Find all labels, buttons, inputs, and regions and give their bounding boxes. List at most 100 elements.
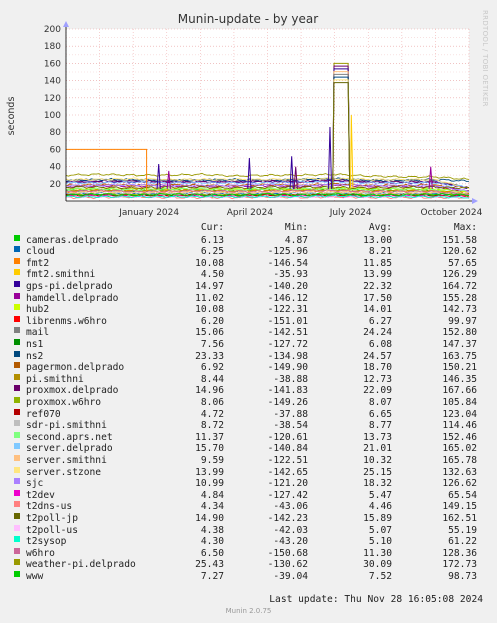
legend-row: mail 15.06 -142.51 24.24 152.80 [0,327,497,339]
y-tick-label: 120 [44,94,61,104]
legend-avg: 17.50 [363,292,392,304]
y-tick-label: 20 [50,180,62,190]
legend-swatch [14,547,20,554]
legend-min: -38.54 [273,420,308,432]
legend-min: -151.01 [267,315,308,327]
legend-series-name: sdr-pi.smithni [26,420,107,432]
legend-swatch [14,246,20,253]
legend-row: fmt2 10.08 -146.54 11.85 57.65 [0,257,497,270]
legend-avg: 12.73 [363,373,392,385]
legend-swatch [14,292,20,299]
legend-cur: 10.08 [195,257,224,269]
legend-row: cameras.delprado 6.13 4.87 13.00 151.58 [0,234,497,247]
legend-swatch [14,315,20,322]
legend-min: -43.20 [273,536,308,548]
legend-row: pi.smithni 8.44 -38.88 12.73 146.35 [0,373,497,386]
header-max: Max: [453,222,477,233]
legend-header: Cur: Min: Avg: Max: [0,222,497,234]
legend-row: librenms.w6hro 6.20 -151.01 6.27 99.97 [0,315,497,328]
legend-series-name: fmt2 [26,257,50,269]
y-tick-label: 40 [50,163,62,173]
legend-row: www 7.27 -39.04 7.52 98.73 [0,571,497,583]
legend-series-name: cloud [26,246,55,258]
legend-row: proxmox.delprado 14.96 -141.83 22.09 167.66 [0,385,497,397]
legend-avg: 5.07 [368,524,392,536]
legend-series-name: weather-pi.delprado [26,559,136,571]
legend-swatch [14,420,20,427]
legend-min: -122.51 [267,455,308,466]
legend-avg: 21.01 [363,443,392,455]
legend-swatch [14,513,20,519]
legend-cur: 6.92 [200,362,224,374]
legend-max: 98.73 [448,571,477,582]
legend-row: pagermon.delprado 6.92 -149.90 18.70 150.21 [0,362,497,374]
x-tick-label: October 2024 [421,208,483,218]
last-update: Last update: Thu Nov 28 16:05:08 2024 [269,594,483,605]
legend-avg: 11.85 [363,257,392,269]
legend-min: -130.62 [267,559,308,571]
legend-series-name: proxmox.delprado [26,385,119,397]
legend-max: 172.73 [442,559,477,571]
legend-avg: 10.32 [363,455,392,466]
legend-min: -122.31 [267,304,308,316]
legend-swatch [14,536,20,543]
legend-row: t2dev 4.84 -127.42 5.47 65.54 [0,489,497,502]
legend-swatch [14,431,20,438]
legend-series-name: t2poll-jp [26,513,78,524]
y-tick-label: 80 [50,128,62,138]
legend-cur: 4.72 [200,408,224,420]
legend-cur: 4.34 [200,501,224,513]
legend-avg: 7.52 [368,571,392,582]
legend-row: t2poll-us 4.38 -42.03 5.07 55.19 [0,524,497,537]
legend-max: 150.21 [442,362,477,374]
legend-min: -125.96 [267,246,308,258]
legend-series-name: fmt2.smithni [26,269,96,281]
legend-cur: 8.72 [200,420,224,432]
legend-avg: 14.01 [363,304,392,316]
legend-swatch [14,269,20,276]
legend-cur: 14.97 [195,281,224,292]
legend-avg: 25.15 [363,466,392,478]
legend-series-name: pagermon.delprado [26,362,125,374]
legend-series-name: sjc [26,478,44,490]
legend-cur: 8.44 [200,373,224,385]
legend-max: 155.28 [442,292,477,304]
legend-swatch [14,350,20,357]
legend-avg: 18.70 [363,362,392,374]
legend-series-name: t2poll-us [26,524,78,536]
legend-cur: 13.99 [195,466,224,478]
legend-row: sdr-pi.smithni 8.72 -38.54 8.77 114.46 [0,420,497,432]
legend-row: server.stzone 13.99 -142.65 25.15 132.63 [0,466,497,479]
legend-avg: 15.89 [363,513,392,524]
legend-avg: 11.30 [363,547,392,559]
legend-min: -150.68 [267,547,308,559]
legend-max: 149.15 [442,501,477,513]
legend-series-name: www [26,571,44,582]
legend-min: -140.84 [267,443,308,455]
legend-swatch [14,385,20,392]
legend-swatch [14,339,20,345]
legend-swatch [14,257,20,264]
y-tick-label: 200 [44,25,61,35]
legend-max: 57.65 [448,257,477,269]
legend-max: 55.19 [448,524,477,536]
legend-row: fmt2.smithni 4.50 -35.93 13.99 126.29 [0,269,497,281]
legend-min: -39.04 [273,571,308,582]
y-tick-label: 180 [44,42,61,52]
legend-swatch [14,501,20,508]
legend-swatch [14,455,20,461]
legend-cur: 4.38 [200,524,224,536]
y-axis-label: seconds [6,97,17,136]
legend-row: sjc 10.99 -121.20 18.32 126.62 [0,478,497,490]
legend-max: 126.29 [442,269,477,281]
legend-row: weather-pi.delprado 25.43 -130.62 30.09 172.… [0,559,497,571]
legend-series-name: librenms.w6hro [26,315,107,327]
legend-series-name: hub2 [26,304,50,316]
legend-min: 4.87 [284,234,308,246]
legend-min: -127.72 [267,339,308,350]
legend-avg: 22.32 [363,281,392,292]
legend-series-name: t2sysop [26,536,67,548]
legend-swatch [14,478,20,485]
legend-avg: 6.27 [368,315,392,327]
legend-cur: 10.08 [195,304,224,316]
